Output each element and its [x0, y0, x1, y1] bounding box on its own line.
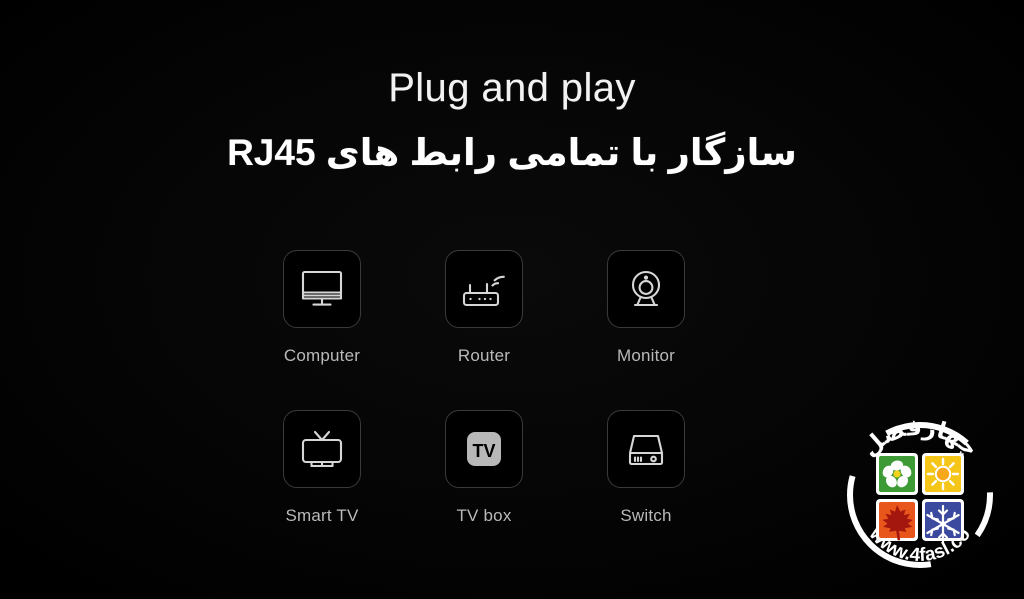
- logo-season-tile-winter: [922, 499, 964, 544]
- tv-box-icon: TV: [461, 426, 507, 472]
- svg-text:TV: TV: [472, 441, 495, 461]
- device-label-smart-tv: Smart TV: [285, 506, 359, 525]
- network-switch-icon: [623, 428, 669, 470]
- device-item-smart-tv: Smart TV: [242, 410, 402, 570]
- slide-root: Plug and play سازگار با تمامی رابط های R…: [0, 0, 1024, 599]
- device-label-router: Router: [457, 346, 511, 365]
- device-compatibility-grid: Computer Router Monitor Smart TV TV TV b…: [242, 250, 762, 570]
- logo-season-tile-spring: [876, 453, 918, 495]
- device-tile-monitor: [607, 250, 685, 328]
- device-item-monitor: Monitor: [566, 250, 726, 410]
- device-tile-tv-box: TV: [445, 410, 523, 488]
- wifi-router-icon: [459, 267, 509, 311]
- page-title-persian: سازگار با تمامی رابط های RJ45: [227, 132, 797, 173]
- device-tile-switch: [607, 410, 685, 488]
- device-label-tv-box: TV box: [456, 506, 512, 525]
- device-tile-smart-tv: [283, 410, 361, 488]
- device-item-tv-box: TV TV box: [404, 410, 564, 570]
- webcam-icon: [623, 266, 669, 312]
- device-label-monitor: Monitor: [616, 346, 676, 365]
- device-label-switch: Switch: [620, 506, 672, 525]
- device-tile-computer: [283, 250, 361, 328]
- logo-season-tile-autumn: [876, 499, 918, 541]
- television-icon: [298, 426, 346, 472]
- headings-block: Plug and play سازگار با تمامی رابط های R…: [0, 64, 1024, 176]
- device-item-router: Router: [404, 250, 564, 410]
- page-title-english: Plug and play: [388, 66, 636, 110]
- device-label-computer: Computer: [283, 346, 361, 365]
- desktop-monitor-icon: [298, 267, 346, 311]
- brand-logo: چهارفصل www.4fasl.co: [832, 407, 1008, 583]
- device-tile-router: [445, 250, 523, 328]
- device-item-computer: Computer: [242, 250, 402, 410]
- logo-season-tile-summer: [922, 453, 964, 495]
- device-item-switch: Switch: [566, 410, 726, 570]
